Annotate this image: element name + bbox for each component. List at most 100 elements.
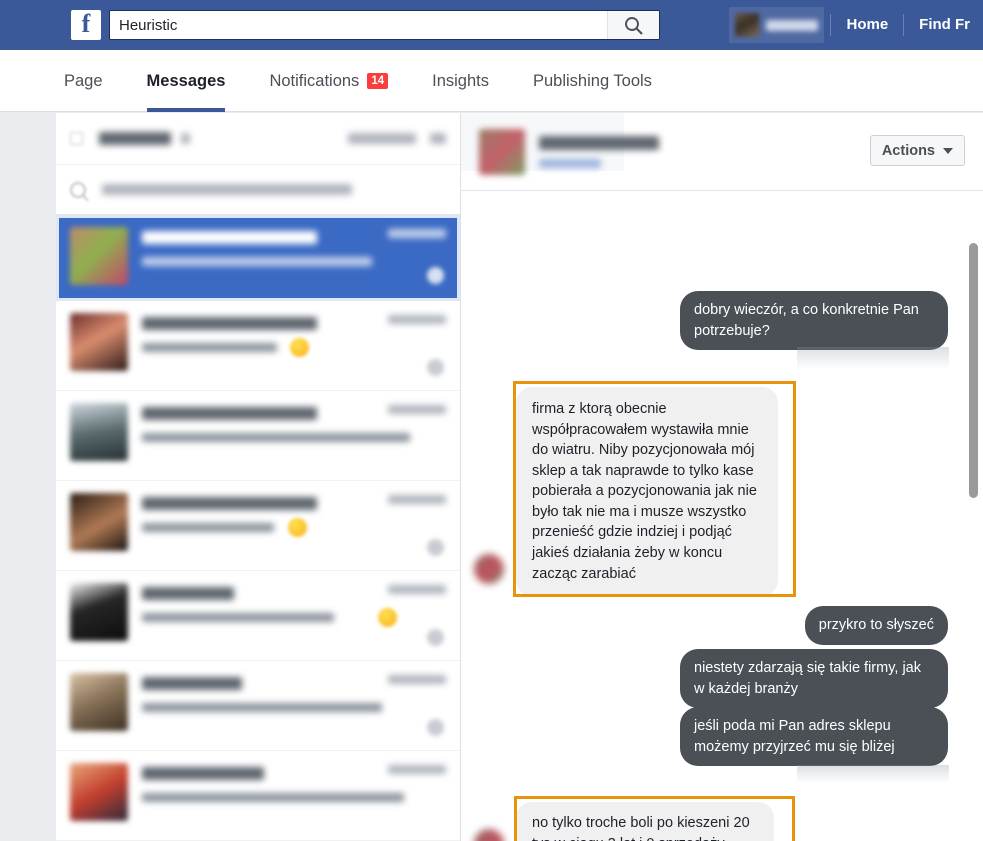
thread-snippet-redacted	[142, 257, 372, 266]
facebook-top-bar: f Home Find Fr	[0, 0, 983, 50]
list-sort-control-redacted[interactable]	[348, 133, 416, 144]
thread-time-redacted	[388, 405, 446, 414]
tab-publishing-tools[interactable]: Publishing Tools	[511, 50, 674, 112]
profile-chip[interactable]	[729, 7, 825, 43]
avatar	[70, 583, 128, 641]
inbox-count-redacted	[181, 133, 190, 144]
avatar[interactable]	[479, 128, 525, 175]
thread-time-redacted	[388, 765, 446, 774]
thread-snippet-redacted	[142, 793, 404, 802]
thread-snippet-redacted	[142, 703, 382, 712]
list-item[interactable]	[56, 215, 460, 301]
reaction-emoji-icon	[378, 608, 397, 627]
nav-divider	[903, 14, 905, 36]
thread-snippet-redacted	[142, 613, 334, 622]
tab-label: Page	[64, 71, 103, 90]
top-nav-right: Home Find Fr	[729, 0, 983, 50]
tab-notifications[interactable]: Notifications 14	[247, 50, 410, 112]
chevron-down-icon	[943, 147, 953, 154]
facebook-logo[interactable]: f	[71, 10, 101, 40]
message-bubble-outgoing[interactable]: jeśli poda mi Pan adres sklepu możemy pr…	[680, 707, 948, 767]
actions-button[interactable]: Actions	[869, 135, 965, 166]
select-all-checkbox[interactable]	[70, 132, 83, 145]
message-bubble-incoming[interactable]: firma z ktorą obecnie współpracowałem wy…	[516, 387, 778, 597]
thread-name-redacted	[142, 407, 317, 420]
conversation-contact-meta	[539, 135, 659, 168]
inbox-filter-label-redacted[interactable]	[99, 132, 171, 145]
avatar	[70, 403, 128, 461]
search-input[interactable]	[110, 11, 607, 39]
list-item[interactable]	[56, 571, 460, 661]
thread-name-redacted	[142, 317, 317, 330]
message-row: przykro to słyszeć	[461, 606, 948, 645]
conversation-scrollbar[interactable]	[969, 243, 978, 498]
conversation-search-row[interactable]	[56, 165, 460, 215]
list-item[interactable]	[56, 301, 460, 391]
conversation-header: Actions	[461, 113, 983, 191]
tab-label: Publishing Tools	[532, 71, 652, 90]
thread-time-redacted	[388, 495, 446, 504]
conversation-panel: Actions dobry wieczór, a co konkretnie P…	[461, 113, 983, 841]
contact-subtitle-redacted[interactable]	[539, 158, 601, 168]
thread-status-icon	[427, 359, 444, 376]
thread-snippet-redacted	[142, 433, 410, 442]
thread-name-redacted	[142, 767, 264, 780]
message-shadow	[797, 347, 949, 369]
thread-status-icon	[427, 629, 444, 646]
tab-messages[interactable]: Messages	[125, 50, 248, 112]
avatar	[70, 763, 128, 821]
thread-time-redacted	[388, 229, 446, 238]
message-bubble-incoming[interactable]: no tylko troche boli po kieszeni 20 tys …	[516, 802, 774, 841]
list-item[interactable]	[56, 661, 460, 751]
avatar	[70, 313, 128, 371]
thread-time-redacted	[388, 585, 446, 594]
list-item[interactable]	[56, 481, 460, 571]
thread-name-redacted	[142, 587, 234, 600]
tab-label: Messages	[146, 71, 226, 90]
reaction-emoji-icon	[290, 338, 309, 357]
avatar	[70, 673, 128, 731]
search-icon	[70, 181, 86, 198]
list-item[interactable]	[56, 391, 460, 481]
avatar	[735, 13, 760, 37]
tab-page[interactable]: Page	[42, 50, 125, 112]
tab-label: Insights	[432, 71, 489, 90]
thread-name-redacted	[142, 497, 317, 510]
thread-status-icon	[427, 267, 444, 284]
list-item[interactable]	[56, 751, 460, 841]
tab-label: Notifications	[269, 71, 360, 90]
thread-time-redacted	[388, 315, 446, 324]
tab-insights[interactable]: Insights	[410, 50, 511, 112]
contact-name-redacted[interactable]	[539, 135, 659, 150]
message-bubble-outgoing[interactable]: przykro to słyszeć	[804, 606, 948, 645]
messages-content-area: Actions dobry wieczór, a co konkretnie P…	[0, 113, 983, 841]
message-bubble-outgoing[interactable]: niestety zdarzają się takie firmy, jak w…	[680, 649, 948, 709]
reaction-emoji-icon	[288, 518, 307, 537]
thread-name-redacted	[142, 231, 317, 244]
thread-snippet-redacted	[142, 343, 277, 352]
search-button[interactable]	[607, 11, 659, 39]
page-tab-bar: Page Messages Notifications 14 Insights …	[0, 50, 983, 112]
global-search-container	[109, 10, 660, 40]
thread-status-icon	[427, 719, 444, 736]
thread-time-redacted	[388, 675, 446, 684]
message-bubble-outgoing[interactable]: dobry wieczór, a co konkretnie Pan potrz…	[680, 291, 948, 351]
search-icon	[625, 16, 643, 34]
profile-name-redacted	[766, 19, 819, 31]
avatar	[474, 554, 504, 584]
conversation-list-panel	[56, 113, 461, 841]
actions-button-label: Actions	[881, 142, 935, 159]
avatar	[70, 493, 128, 551]
message-row: firma z ktorą obecnie współpracowałem wy…	[516, 387, 778, 597]
nav-link-find-friends[interactable]: Find Fr	[906, 0, 983, 50]
avatar	[474, 829, 504, 841]
nav-link-home[interactable]: Home	[833, 0, 901, 50]
message-shadow	[797, 765, 949, 783]
thread-snippet-redacted	[142, 523, 274, 532]
avatar	[70, 227, 128, 285]
message-thread-scroll-area[interactable]: dobry wieczór, a co konkretnie Pan potrz…	[461, 191, 983, 841]
message-row: jeśli poda mi Pan adres sklepu możemy pr…	[461, 707, 948, 767]
list-options-icon-redacted[interactable]	[430, 133, 446, 144]
thread-status-icon	[427, 539, 444, 556]
message-row: dobry wieczór, a co konkretnie Pan potrz…	[461, 291, 948, 351]
